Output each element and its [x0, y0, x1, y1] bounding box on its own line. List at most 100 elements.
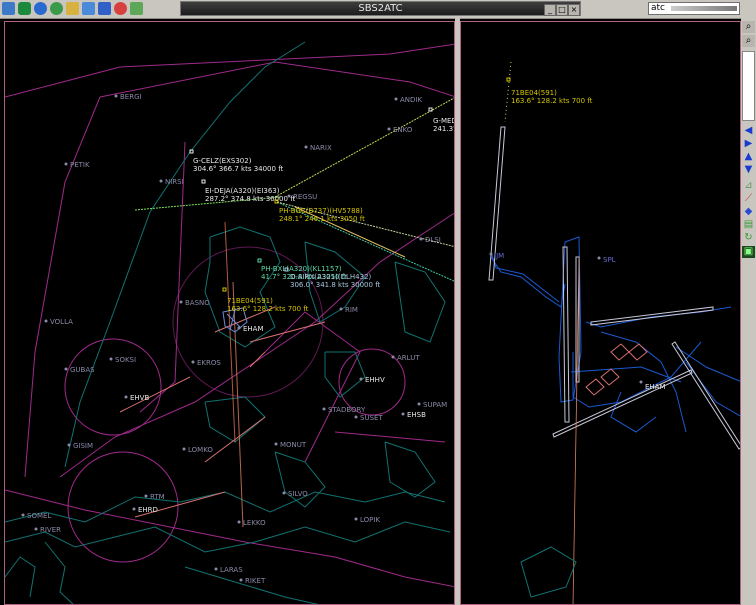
waypoint-label-rim: RIM — [345, 306, 358, 314]
display-icon[interactable] — [18, 2, 31, 15]
filter-icon[interactable]: ⊿ — [742, 180, 755, 192]
route-icon[interactable] — [2, 2, 15, 15]
layers-icon[interactable]: ▤ — [742, 219, 755, 231]
waypoint-label-soksi: SOKSI — [115, 356, 136, 364]
waypoint-label-rtm: RTM — [150, 493, 165, 501]
book-icon[interactable] — [98, 2, 111, 15]
waypoint-dot — [44, 319, 48, 323]
minimize-button[interactable]: _ — [544, 4, 556, 16]
aircraft-callsign[interactable]: G-MEDK — [433, 117, 455, 125]
waypoint-dot — [182, 447, 186, 451]
waypoint-label-eham: EHAM — [243, 325, 264, 333]
window-title: SBS2ATC — [358, 3, 403, 14]
help-icon[interactable] — [114, 2, 127, 15]
waypoint-dot — [114, 94, 118, 98]
aircraft-symbol[interactable] — [201, 179, 206, 184]
user-progress — [671, 6, 737, 11]
airspace-boundaries — [5, 43, 454, 588]
close-button[interactable]: × — [568, 4, 580, 16]
earth-icon[interactable] — [50, 2, 63, 15]
waypoint-dot — [239, 578, 243, 582]
waypoint-dot — [124, 395, 128, 399]
waypoint-dot — [359, 377, 363, 381]
waypoint-dot — [144, 494, 148, 498]
waypoint-dot — [109, 357, 113, 361]
waypoint-dot — [282, 491, 286, 495]
aircraft-symbol[interactable] — [257, 258, 262, 263]
aircraft-callsign[interactable]: G-CELZ(EXS302) — [193, 157, 252, 165]
waypoint-label-ehsb: EHSB — [407, 411, 426, 419]
aircraft-callsign[interactable]: D-AIRX(A321)(DLH432) — [290, 273, 372, 281]
aircraft-symbol-zoom — [506, 77, 511, 82]
aircraft-data: 241.3° — [433, 125, 455, 133]
aircraft-callsign[interactable]: PH-BGC(B737)(HV5788) — [279, 207, 363, 215]
aircraft-callsign[interactable]: PH-BXL(A320)(KL1157) — [261, 265, 342, 273]
aircraft-symbol[interactable] — [222, 287, 227, 292]
aircraft-data: 248.1° 246.1 kts 3050 ft — [279, 215, 365, 223]
waypoint-label-gisim: GISIM — [73, 442, 93, 450]
taxiways — [490, 236, 740, 433]
radar-map: BERGI PETIK NIRSI NARIX ENKO ANDIK REGSU DLSI BA… — [5, 41, 455, 604]
waypoint-dot — [339, 307, 343, 311]
aircraft-callsign[interactable]: EI-DEJA(A320)(EI363) — [205, 187, 280, 195]
runways — [488, 126, 740, 450]
pan-right-icon[interactable]: ▶ — [742, 138, 755, 150]
waypoint-label-ekros: EKROS — [197, 359, 221, 367]
zoom-in-icon[interactable]: ⌕ — [742, 21, 755, 33]
waypoint-dot — [132, 507, 136, 511]
waypoint-label-stadboy: STADBORY — [328, 406, 366, 414]
waypoint-dot — [597, 256, 601, 260]
radar-icon[interactable]: ▣ — [742, 246, 755, 258]
coastline-fragment — [520, 546, 577, 598]
settings-icon[interactable] — [130, 2, 143, 15]
user-field[interactable]: atc — [648, 2, 740, 15]
waypoint-dot — [354, 517, 358, 521]
globe-icon[interactable] — [34, 2, 47, 15]
aircraft-callsign[interactable]: 71BE04(591) — [227, 297, 273, 305]
pan-up-icon[interactable]: ▲ — [742, 151, 755, 163]
waypoint-label-arlut: ARLUT — [397, 354, 420, 362]
waypoint-label-monut: MONUT — [280, 441, 307, 449]
waypoint-dot — [237, 326, 241, 330]
waypoint-dot — [21, 513, 25, 517]
waypoint-label-regsu: REGSU — [293, 193, 317, 201]
waypoint-label-nirsi: NIRSI — [165, 178, 184, 186]
chart-icon[interactable] — [82, 2, 95, 15]
ruler-icon[interactable]: ⟋ — [742, 193, 755, 205]
waypoint-dot — [489, 252, 493, 256]
zoom-map: 71BE04(591) 163.6° 128.2 kts 700 ft SPL … — [488, 61, 740, 604]
zoom-aircraft-callsign[interactable]: 71BE04(591) — [511, 89, 557, 97]
folder-icon[interactable] — [66, 2, 79, 15]
waypoint-dot — [322, 407, 326, 411]
waypoint-dot — [159, 179, 163, 183]
pan-down-icon[interactable]: ▼ — [742, 164, 755, 176]
buildings — [585, 343, 648, 396]
aircraft-symbol[interactable] — [189, 149, 194, 154]
aircraft-data: 304.6° 366.7 kts 34000 ft — [193, 165, 284, 173]
radar-view-main[interactable]: BERGI PETIK NIRSI NARIX ENKO ANDIK REGSU DLSI BA… — [4, 21, 455, 605]
waypoint-dot — [214, 567, 218, 571]
zoom-spl-label: SPL — [603, 256, 616, 264]
pan-left-icon[interactable]: ◀ — [742, 125, 755, 137]
waypoint-dot — [639, 380, 643, 384]
waypoint-label-basno: BASNO — [185, 299, 210, 307]
zoom-out-icon[interactable]: ⌕ — [742, 35, 755, 47]
waypoint-dot — [64, 367, 68, 371]
waypoint-dot — [304, 145, 308, 149]
waypoint-label-ehvb: EHVB — [130, 394, 149, 402]
zoom-slider[interactable] — [742, 51, 755, 121]
waypoint-label-laras: LARAS — [220, 566, 243, 574]
waypoint-label-lomko: LOMKO — [188, 446, 213, 454]
aircraft-symbol[interactable] — [428, 107, 433, 112]
waypoint-dot — [419, 237, 423, 241]
point-icon[interactable]: ◆ — [742, 206, 755, 218]
radar-view-zoom[interactable]: 71BE04(591) 163.6° 128.2 kts 700 ft SPL … — [460, 21, 741, 605]
maximize-button[interactable]: □ — [556, 4, 568, 16]
user-name: atc — [651, 3, 665, 13]
waypoint-label-dlsi: DLSI — [425, 236, 441, 244]
waypoint-dot — [394, 97, 398, 101]
waypoint-dot — [237, 520, 241, 524]
waypoint-label-lopik: LOPIK — [360, 516, 380, 524]
aircraft-layer: G-CELZ(EXS302)304.6° 366.7 kts 34000 ft E… — [189, 107, 455, 313]
refresh-icon[interactable]: ↻ — [742, 232, 755, 244]
